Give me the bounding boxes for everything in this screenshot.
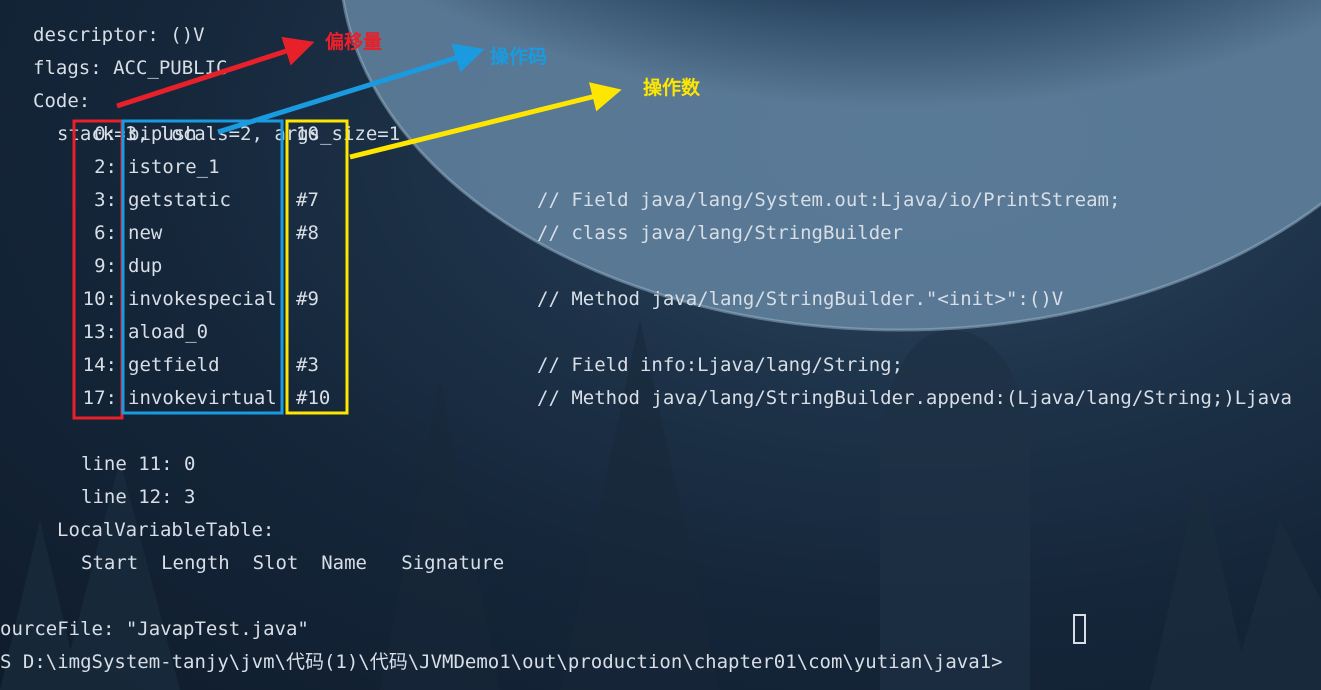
line-number-entry: line 11: 0 xyxy=(81,453,196,475)
instruction-opcode: aload_0 xyxy=(128,321,209,343)
instruction-offset: 9: xyxy=(94,255,117,277)
local-variable-table-title: LocalVariableTable: xyxy=(57,519,275,541)
stack-line: stack=3, locals=2, args_size=1 xyxy=(57,123,401,145)
descriptor-line: descriptor: ()V xyxy=(33,24,205,46)
instruction-opcode: invokevirtual xyxy=(128,387,277,409)
instruction-opcode: getfield xyxy=(128,354,220,376)
instruction-comment: // Method java/lang/StringBuilder."<init… xyxy=(537,288,1064,310)
instruction-operand: #7 xyxy=(296,189,319,211)
instruction-offset: 0: xyxy=(94,123,117,145)
instruction-offset: 13: xyxy=(82,321,117,343)
instruction-opcode: bipush xyxy=(128,123,197,145)
operand-annotation-label: 操作数 xyxy=(643,77,701,99)
shell-prompt[interactable]: S D:\imgSystem-tanjy\jvm\代码(1)\代码\JVMDem… xyxy=(0,613,1003,673)
terminal-cursor[interactable] xyxy=(1073,614,1086,644)
instruction-comment: // class java/lang/StringBuilder xyxy=(537,222,904,244)
instruction-comment: // Field info:Ljava/lang/String; xyxy=(537,354,904,376)
offset-annotation-label: 偏移量 xyxy=(325,31,383,53)
instruction-operand: 10 xyxy=(296,123,319,145)
instruction-comment: // Field java/lang/System.out:Ljava/io/P… xyxy=(537,189,1121,211)
source-file-line: ourceFile: "JavapTest.java" xyxy=(0,618,309,640)
opcode-annotation-label: 操作码 xyxy=(490,46,548,68)
local-variable-table-columns: Start Length Slot Name Signature xyxy=(81,552,505,574)
instruction-offset: 17: xyxy=(82,387,117,409)
instruction-opcode: new xyxy=(128,222,163,244)
instruction-operand: #8 xyxy=(296,222,319,244)
instruction-operand: #10 xyxy=(296,387,331,409)
instruction-offset: 3: xyxy=(94,189,117,211)
instruction-offset: 2: xyxy=(94,156,117,178)
instruction-opcode: getstatic xyxy=(128,189,231,211)
instruction-operand: #9 xyxy=(296,288,319,310)
instruction-offset: 6: xyxy=(94,222,117,244)
instruction-offset: 10: xyxy=(82,288,117,310)
instruction-operand: #3 xyxy=(296,354,319,376)
flags-line: flags: ACC_PUBLIC xyxy=(33,57,228,79)
instruction-offset: 14: xyxy=(82,354,117,376)
instruction-comment: // Method java/lang/StringBuilder.append… xyxy=(537,387,1292,409)
code-line: Code: xyxy=(33,90,91,112)
line-number-entry: line 12: 3 xyxy=(81,486,196,508)
instruction-opcode: istore_1 xyxy=(128,156,220,178)
instruction-opcode: dup xyxy=(128,255,163,277)
instruction-opcode: invokespecial xyxy=(128,288,277,310)
